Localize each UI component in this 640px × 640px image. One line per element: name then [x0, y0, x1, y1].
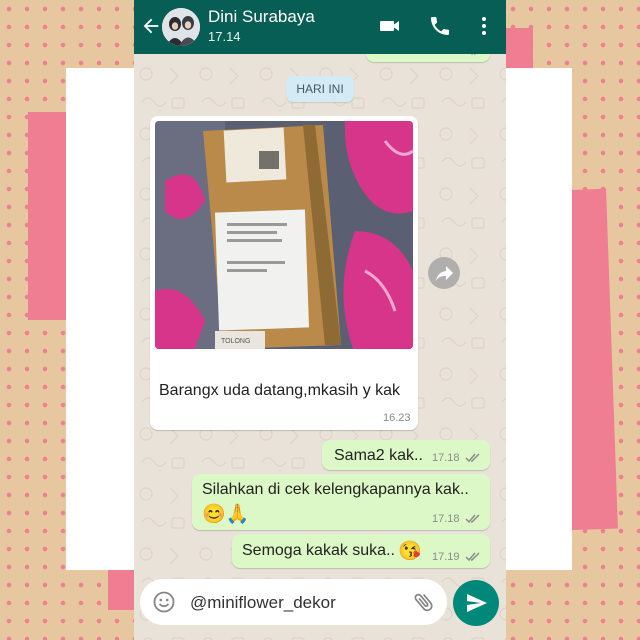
forward-button[interactable] — [428, 257, 460, 289]
contact-name[interactable]: Dini Surabaya — [208, 7, 315, 27]
chat-screen: 17.18 Dini Surabaya 17.14 — [134, 0, 506, 640]
decor-pink-top — [505, 28, 533, 68]
message-time: 16.23 — [383, 412, 411, 424]
back-arrow-icon[interactable] — [140, 15, 162, 37]
read-ticks-icon — [465, 552, 480, 562]
last-seen-status: 17.14 — [208, 29, 241, 44]
message-text: Semoga kakak suka.. — [242, 542, 395, 559]
avatar[interactable] — [162, 8, 200, 46]
message-text: Sama2 kak.. — [334, 447, 423, 464]
more-vert-icon[interactable] — [472, 14, 496, 38]
message-input[interactable] — [190, 593, 410, 613]
message-emoji: 😘 — [398, 541, 422, 562]
outgoing-message[interactable]: Semoga kakak suka.. 😘 17.19 — [232, 534, 490, 568]
message-time: 17.18 — [432, 513, 460, 525]
message-emoji: 😊🙏 — [202, 504, 250, 525]
attach-icon[interactable] — [412, 590, 436, 614]
outgoing-message[interactable]: Sama2 kak.. 17.18 — [322, 440, 490, 470]
message-composer — [140, 579, 447, 625]
box-sticker-label: TOLONG — [221, 338, 250, 345]
received-package-photo[interactable]: TOLONG — [155, 121, 413, 349]
message-text: Silahkan di cek kelengkapannya kak.. — [202, 481, 469, 498]
emoji-icon[interactable] — [152, 590, 176, 614]
forward-icon — [436, 266, 453, 281]
message-caption: Barangx uda datang,mkasih y kak — [159, 382, 401, 399]
message-time: 17.18 — [432, 452, 460, 464]
read-ticks-icon — [465, 453, 480, 463]
outgoing-message[interactable]: Silahkan di cek kelengkapannya kak.. 😊🙏 … — [192, 474, 490, 530]
incoming-image-message[interactable]: TOLONG Barangx uda datang,mkasih y kak 1… — [150, 116, 418, 430]
send-icon — [467, 594, 487, 612]
date-divider: HARI INI — [286, 76, 354, 102]
read-ticks-icon — [465, 514, 480, 524]
message-time: 17.19 — [432, 551, 460, 563]
send-button[interactable] — [453, 580, 499, 626]
video-call-icon[interactable] — [378, 14, 402, 38]
chat-header: Dini Surabaya 17.14 — [134, 0, 506, 54]
phone-call-icon[interactable] — [428, 14, 452, 38]
